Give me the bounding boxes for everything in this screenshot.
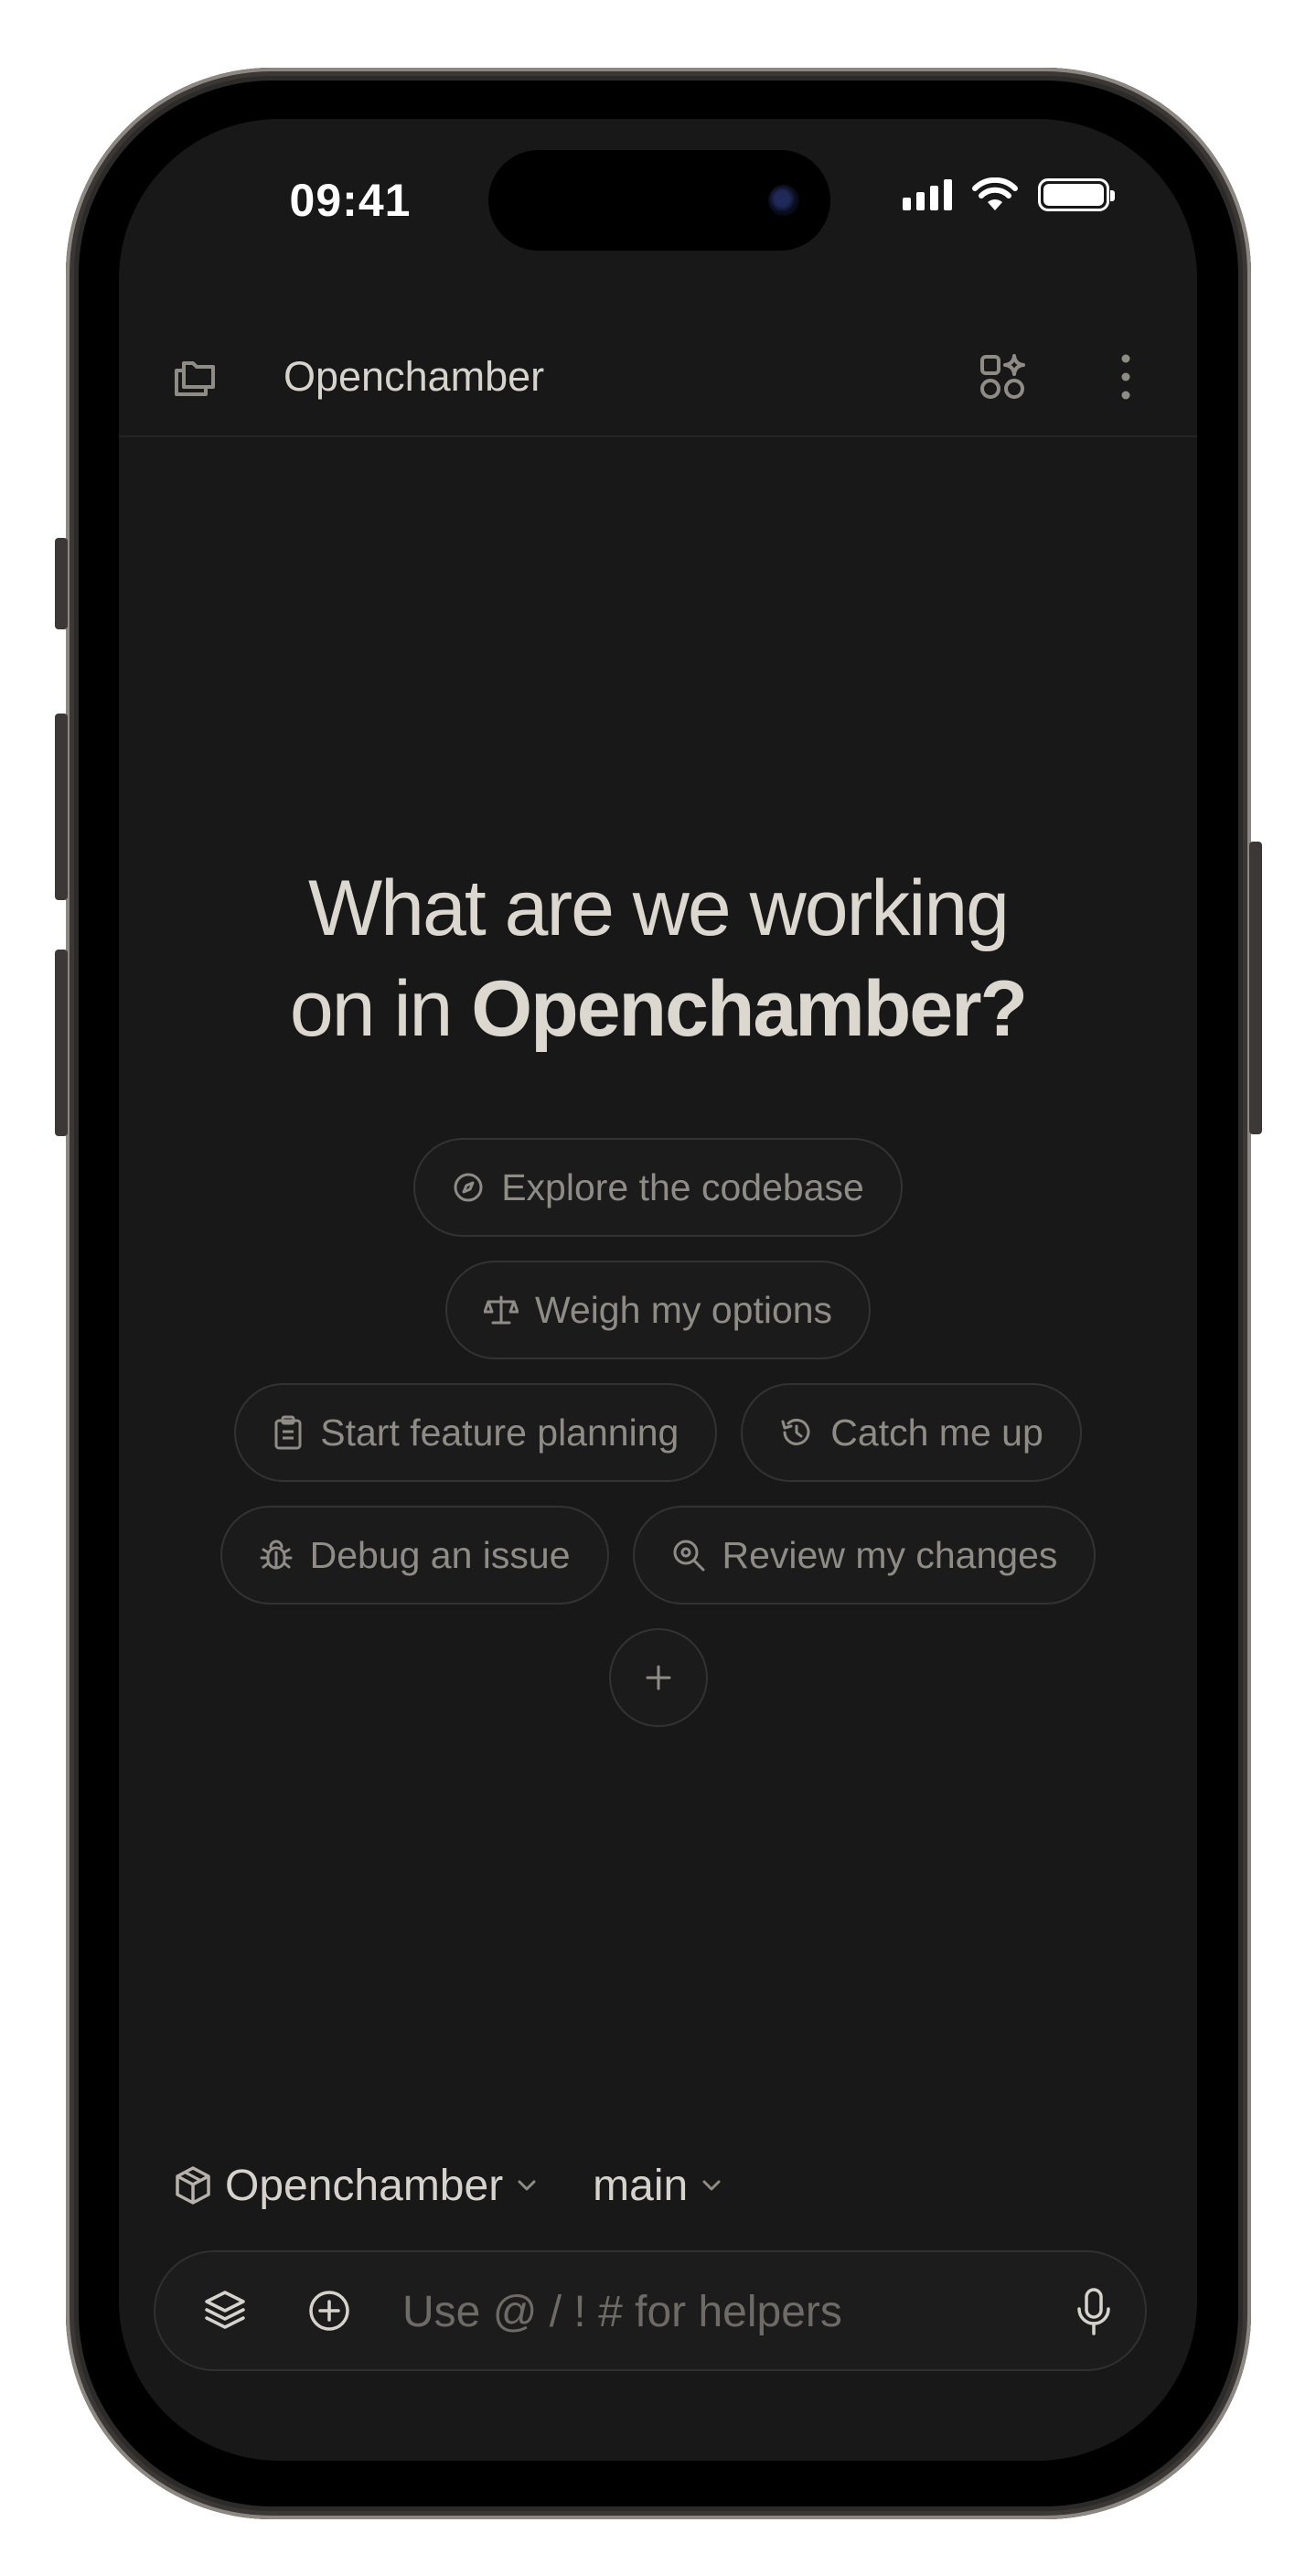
microphone-icon [1077, 2288, 1110, 2335]
chip-catch-me-up[interactable]: Catch me up [741, 1383, 1082, 1482]
sessions-button[interactable] [166, 349, 223, 406]
chip-start-feature-planning[interactable]: Start feature planning [234, 1383, 718, 1482]
search-review-icon [673, 1540, 705, 1572]
branch-name: main [593, 2161, 689, 2210]
add-attachment-button[interactable] [300, 2281, 358, 2340]
chip-explore-codebase[interactable]: Explore the codebase [413, 1138, 903, 1237]
context-bar: Opencham­ber main [174, 2153, 722, 2217]
hero-line-2-prefix: on in [289, 965, 472, 1053]
chip-label: Start feature planning [320, 1411, 679, 1454]
chip-label: Debug an issue [309, 1533, 571, 1576]
chevron-down-icon [518, 2180, 536, 2191]
chip-label: Review my changes [722, 1533, 1058, 1576]
dynamic-island [488, 150, 830, 251]
add-suggestion-button[interactable] [608, 1628, 708, 1727]
apps-button[interactable] [973, 348, 1032, 406]
app-header: Opencham­ber [119, 320, 1197, 437]
battery-icon [1038, 178, 1115, 211]
hero-line-2: on in Opencham­ber? [119, 959, 1197, 1059]
cube-icon [176, 2166, 210, 2205]
screen: 09:41 Opencham­ber [119, 119, 1197, 2461]
apps-sparkle-icon [980, 354, 1025, 399]
power-button [1249, 842, 1262, 1134]
volume-down-button [55, 950, 68, 1136]
microphone-button[interactable] [1065, 2280, 1123, 2344]
layers-icon [205, 2291, 245, 2329]
project-selector[interactable]: Opencham­ber [174, 2161, 538, 2211]
plus-icon [646, 1665, 670, 1690]
suggestion-chips: Explore the codebase Weigh my options St… [119, 1138, 1197, 1751]
chip-review-changes[interactable]: Review my changes [632, 1506, 1097, 1605]
clipboard-icon [274, 1415, 302, 1450]
chevron-down-icon [702, 2180, 721, 2191]
sessions-icon [175, 361, 215, 396]
signal-icon [903, 179, 952, 210]
chip-debug-issue[interactable]: Debug an issue [219, 1506, 609, 1605]
history-icon [781, 1418, 810, 1445]
scale-icon [483, 1295, 519, 1325]
composer [154, 2250, 1147, 2371]
chip-label: Catch me up [830, 1411, 1043, 1454]
chip-label: Weigh my options [534, 1288, 833, 1331]
app-title: Opencham­ber [284, 353, 545, 400]
hero-line-1: What are we working [308, 864, 1010, 952]
more-vertical-icon [1121, 354, 1130, 400]
wifi-icon [972, 177, 1018, 210]
hero-project-name: Opencham­ber? [471, 965, 1028, 1053]
status-icons [903, 177, 1115, 212]
status-time: 09:41 [289, 175, 412, 226]
plus-circle-icon [309, 2291, 349, 2331]
home-indicator [530, 2424, 786, 2433]
camera-icon [768, 185, 799, 216]
chip-label: Explore the codebase [501, 1165, 864, 1208]
compass-icon [454, 1173, 483, 1202]
message-input[interactable] [402, 2280, 1024, 2344]
layers-button[interactable] [196, 2281, 254, 2340]
more-options-button[interactable] [1105, 348, 1147, 406]
action-button [55, 538, 68, 629]
bug-icon [260, 1540, 293, 1570]
chip-weigh-options[interactable]: Weigh my options [444, 1261, 872, 1359]
hero-heading: What are we working on in Opencham­ber? [119, 858, 1197, 1059]
volume-up-button [55, 714, 68, 900]
project-name: Opencham­ber [225, 2161, 504, 2210]
branch-selector[interactable]: main [593, 2161, 722, 2211]
